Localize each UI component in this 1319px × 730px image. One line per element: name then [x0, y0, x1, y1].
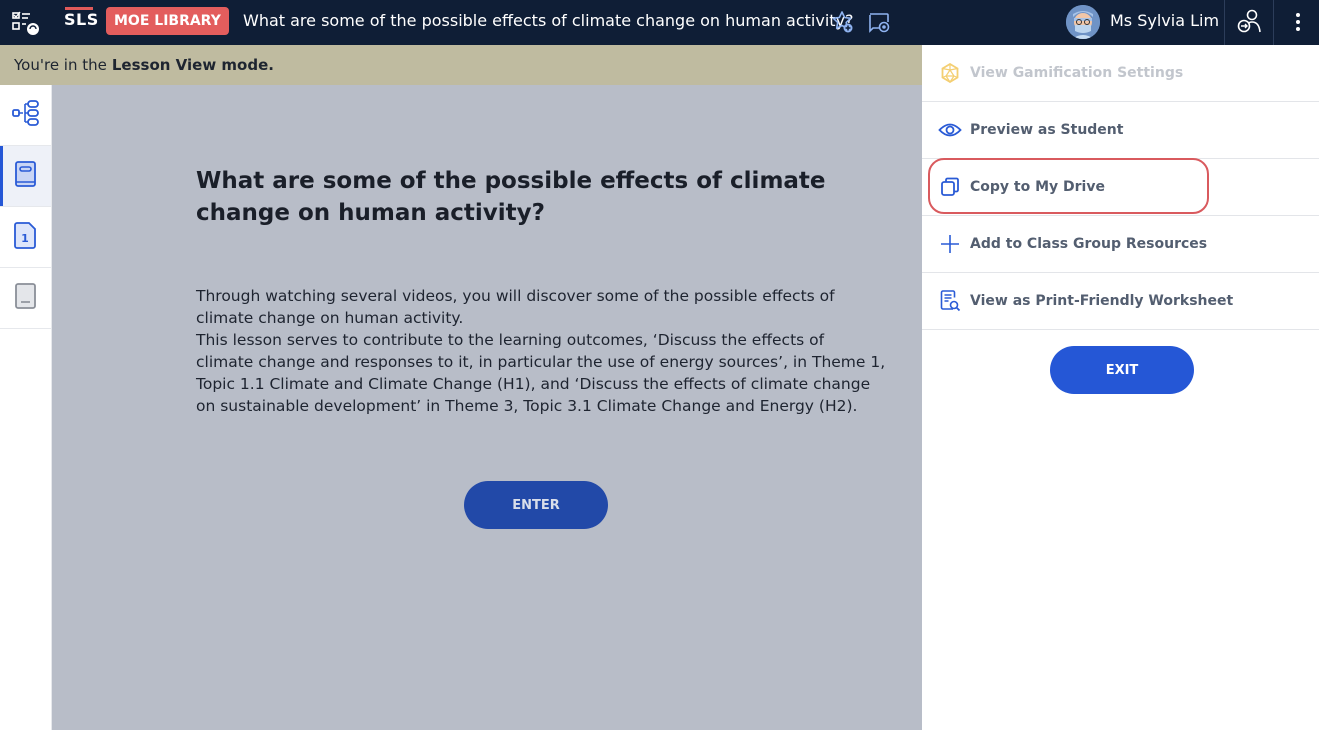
- description-paragraph: Through watching several videos, you wil…: [196, 287, 835, 327]
- lesson-cover-main: What are some of the possible effects of…: [52, 85, 922, 730]
- menu-item-view-gamification-settings[interactable]: View Gamification Settings: [922, 45, 1319, 102]
- avatar[interactable]: [1066, 5, 1100, 39]
- menu-item-preview-as-student[interactable]: Preview as Student: [922, 102, 1319, 159]
- tree-structure-icon: [11, 98, 41, 132]
- moe-library-badge[interactable]: MOE LIBRARY: [106, 7, 229, 35]
- lesson-title: What are some of the possible effects of…: [243, 11, 854, 30]
- menu-label: View as Print-Friendly Worksheet: [970, 293, 1234, 309]
- options-panel: View Gamification Settings Preview as St…: [922, 45, 1319, 730]
- switch-role-icon[interactable]: [1235, 8, 1263, 36]
- top-bar: SLS MOE LIBRARY What are some of the pos…: [0, 0, 1319, 45]
- description-paragraph: This lesson serves to contribute to the …: [196, 331, 886, 415]
- divider: [1273, 0, 1274, 45]
- menu-item-copy-to-my-drive[interactable]: Copy to My Drive: [922, 159, 1319, 216]
- divider: [1224, 0, 1225, 45]
- book-icon: [12, 159, 40, 193]
- mode-name: Lesson View mode.: [111, 56, 274, 74]
- more-vertical-icon[interactable]: [1288, 10, 1308, 34]
- plus-icon: [938, 232, 962, 256]
- worksheet-search-icon: [938, 289, 962, 313]
- menu-label: Copy to My Drive: [970, 179, 1105, 195]
- enter-button[interactable]: ENTER: [464, 481, 608, 529]
- menu-item-add-to-class-group-resources[interactable]: Add to Class Group Resources: [922, 216, 1319, 273]
- nav-item-lesson-end[interactable]: [0, 268, 51, 329]
- left-nav: 1: [0, 85, 52, 730]
- menu-label: Add to Class Group Resources: [970, 236, 1208, 252]
- comment-icon[interactable]: [867, 10, 891, 34]
- svg-text:1: 1: [21, 232, 29, 245]
- mode-banner: You're in the Lesson View mode.: [0, 45, 922, 85]
- lesson-description: Through watching several videos, you wil…: [196, 285, 886, 417]
- exit-button[interactable]: EXIT: [1050, 346, 1194, 394]
- nav-item-lesson-cover[interactable]: [0, 146, 51, 207]
- gamification-icon: [938, 61, 962, 85]
- eye-icon: [938, 118, 962, 142]
- closed-book-icon: [12, 281, 40, 315]
- menu-label: View Gamification Settings: [970, 65, 1184, 81]
- favourite-add-icon[interactable]: [831, 10, 855, 34]
- mode-prefix: You're in the: [14, 56, 107, 74]
- lesson-heading: What are some of the possible effects of…: [196, 168, 826, 226]
- nav-item-page-1[interactable]: 1: [0, 207, 51, 268]
- menu-label: Preview as Student: [970, 122, 1124, 138]
- page-number-icon: 1: [12, 220, 40, 254]
- assignment-menu-icon[interactable]: [12, 10, 42, 36]
- menu-item-view-as-print-friendly-worksheet[interactable]: View as Print-Friendly Worksheet: [922, 273, 1319, 330]
- user-name[interactable]: Ms Sylvia Lim: [1110, 11, 1219, 30]
- sls-logo[interactable]: SLS: [64, 7, 99, 29]
- copy-icon: [938, 175, 962, 199]
- nav-item-lesson-map[interactable]: [0, 85, 51, 146]
